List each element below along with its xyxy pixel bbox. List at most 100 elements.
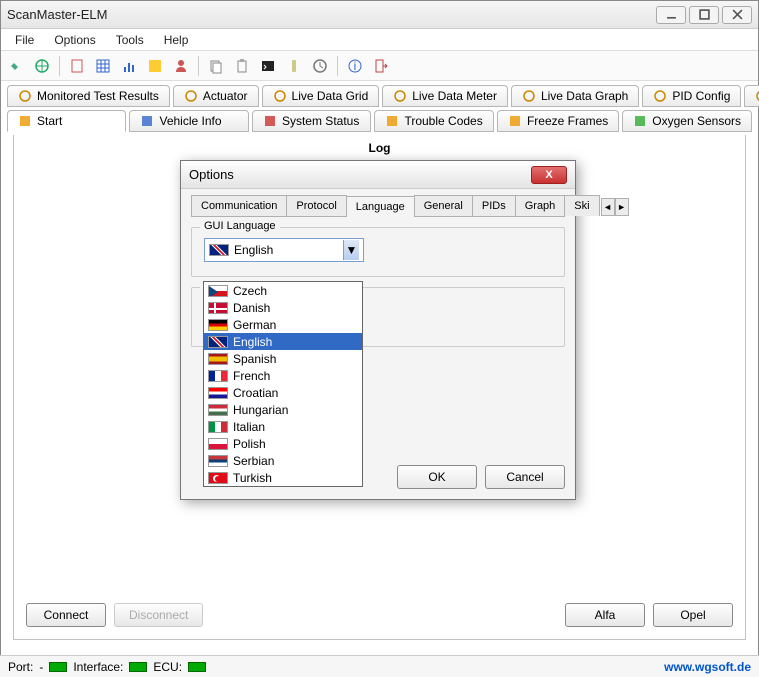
connect-button[interactable]: Connect: [26, 603, 106, 627]
options-dialog: Options X CommunicationProtocolLanguageG…: [180, 160, 576, 500]
language-option-hungarian[interactable]: Hungarian: [204, 401, 362, 418]
menu-help[interactable]: Help: [154, 31, 199, 49]
flag-de-icon: [208, 319, 228, 331]
tab-freeze-frames[interactable]: Freeze Frames: [497, 110, 619, 132]
options-tab-language[interactable]: Language: [346, 196, 415, 217]
maximize-button[interactable]: [689, 6, 719, 24]
o2-icon: [633, 114, 647, 128]
disconnect-button: Disconnect: [114, 603, 203, 627]
language-option-spanish[interactable]: Spanish: [204, 350, 362, 367]
tool-doc-icon[interactable]: [66, 55, 88, 77]
status-iface-led: [129, 662, 147, 672]
tool-info-icon[interactable]: i: [344, 55, 366, 77]
tool-paste-icon[interactable]: [231, 55, 253, 77]
alfa-button[interactable]: Alfa: [565, 603, 645, 627]
options-tab-pids[interactable]: PIDs: [472, 195, 516, 216]
toolbar: i: [1, 51, 758, 81]
tab-trouble-codes[interactable]: Trouble Codes: [374, 110, 493, 132]
language-option-serbian[interactable]: Serbian: [204, 452, 362, 469]
tab-start[interactable]: Start: [7, 110, 126, 132]
language-option-english[interactable]: English: [204, 333, 362, 350]
flag-hu-icon: [208, 404, 228, 416]
power-icon: [755, 89, 759, 103]
tab-system-status[interactable]: System Status: [252, 110, 371, 132]
status-port-label: Port:: [8, 660, 33, 674]
panel-header: Log: [14, 135, 745, 161]
language-option-turkish[interactable]: Turkish: [204, 469, 362, 486]
dropdown-arrow-icon[interactable]: ▼: [343, 240, 359, 260]
close-button[interactable]: [722, 6, 752, 24]
tab-vehicle-info[interactable]: Vehicle Info: [129, 110, 248, 132]
flag-it-icon: [208, 421, 228, 433]
flag-gb-icon: [208, 336, 228, 348]
tab-oxygen-sensors[interactable]: Oxygen Sensors: [622, 110, 752, 132]
tab-power[interactable]: Power: [744, 85, 759, 107]
pid-icon: [653, 89, 667, 103]
options-tab-ski[interactable]: Ski: [564, 195, 599, 216]
tab-pid-config[interactable]: PID Config: [642, 85, 741, 107]
cancel-button[interactable]: Cancel: [485, 465, 565, 489]
tab-monitored-test-results[interactable]: Monitored Test Results: [7, 85, 170, 107]
tool-globe-icon[interactable]: [31, 55, 53, 77]
tool-chart-icon[interactable]: [118, 55, 140, 77]
dialog-title: Options: [189, 167, 531, 182]
tab-scroll-right[interactable]: ►: [615, 198, 629, 216]
tool-map-icon[interactable]: [144, 55, 166, 77]
gui-language-group: GUI Language English ▼: [191, 227, 565, 277]
minimize-button[interactable]: [656, 6, 686, 24]
options-tab-communication[interactable]: Communication: [191, 195, 287, 216]
gui-language-label: GUI Language: [200, 220, 280, 232]
flag-icon: [209, 244, 229, 256]
tool-user-icon[interactable]: [170, 55, 192, 77]
status-link[interactable]: www.wgsoft.de: [664, 660, 751, 674]
tool-grid-icon[interactable]: [92, 55, 114, 77]
language-option-italian[interactable]: Italian: [204, 418, 362, 435]
language-option-danish[interactable]: Danish: [204, 299, 362, 316]
flag-cz-icon: [208, 285, 228, 297]
language-option-polish[interactable]: Polish: [204, 435, 362, 452]
svg-text:i: i: [354, 59, 357, 73]
language-option-german[interactable]: German: [204, 316, 362, 333]
tab-live-data-grid[interactable]: Live Data Grid: [262, 85, 380, 107]
options-tab-graph[interactable]: Graph: [515, 195, 566, 216]
language-option-french[interactable]: French: [204, 367, 362, 384]
tool-exit-icon[interactable]: [370, 55, 392, 77]
tab-actuator[interactable]: Actuator: [173, 85, 259, 107]
status-ecu-led: [188, 662, 206, 672]
flag-dk-icon: [208, 302, 228, 314]
tool-copy-icon[interactable]: [205, 55, 227, 77]
tab-area: Monitored Test ResultsActuatorLive Data …: [1, 81, 758, 132]
opel-button[interactable]: Opel: [653, 603, 733, 627]
tool-terminal-icon[interactable]: [257, 55, 279, 77]
dialog-close-button[interactable]: X: [531, 166, 567, 184]
language-dropdown-list[interactable]: CzechDanishGermanEnglishSpanishFrenchCro…: [203, 281, 363, 487]
status-ecu-label: ECU:: [153, 660, 182, 674]
tool-connect-icon[interactable]: [5, 55, 27, 77]
tab-scroll-left[interactable]: ◄: [601, 198, 615, 216]
options-tab-general[interactable]: General: [414, 195, 473, 216]
status-port-value: -: [39, 660, 43, 674]
tab-live-data-meter[interactable]: Live Data Meter: [382, 85, 508, 107]
flag-rs-icon: [208, 455, 228, 467]
menu-tools[interactable]: Tools: [106, 31, 154, 49]
tool-clock-icon[interactable]: [309, 55, 331, 77]
menu-file[interactable]: File: [5, 31, 44, 49]
status-icon: [263, 114, 277, 128]
info-icon: [140, 114, 154, 128]
menu-options[interactable]: Options: [44, 31, 105, 49]
tab-live-data-graph[interactable]: Live Data Graph: [511, 85, 639, 107]
graph-icon: [522, 89, 536, 103]
status-iface-label: Interface:: [73, 660, 123, 674]
language-option-czech[interactable]: Czech: [204, 282, 362, 299]
grid-icon: [273, 89, 287, 103]
freeze-icon: [508, 114, 522, 128]
meter-icon: [393, 89, 407, 103]
ok-button[interactable]: OK: [397, 465, 477, 489]
language-option-croatian[interactable]: Croatian: [204, 384, 362, 401]
flag-fr-icon: [208, 370, 228, 382]
options-tab-protocol[interactable]: Protocol: [286, 195, 346, 216]
tool-device-icon[interactable]: [283, 55, 305, 77]
window-title: ScanMaster-ELM: [7, 7, 656, 22]
gear-icon: [18, 89, 32, 103]
language-combobox[interactable]: English ▼: [204, 238, 364, 262]
